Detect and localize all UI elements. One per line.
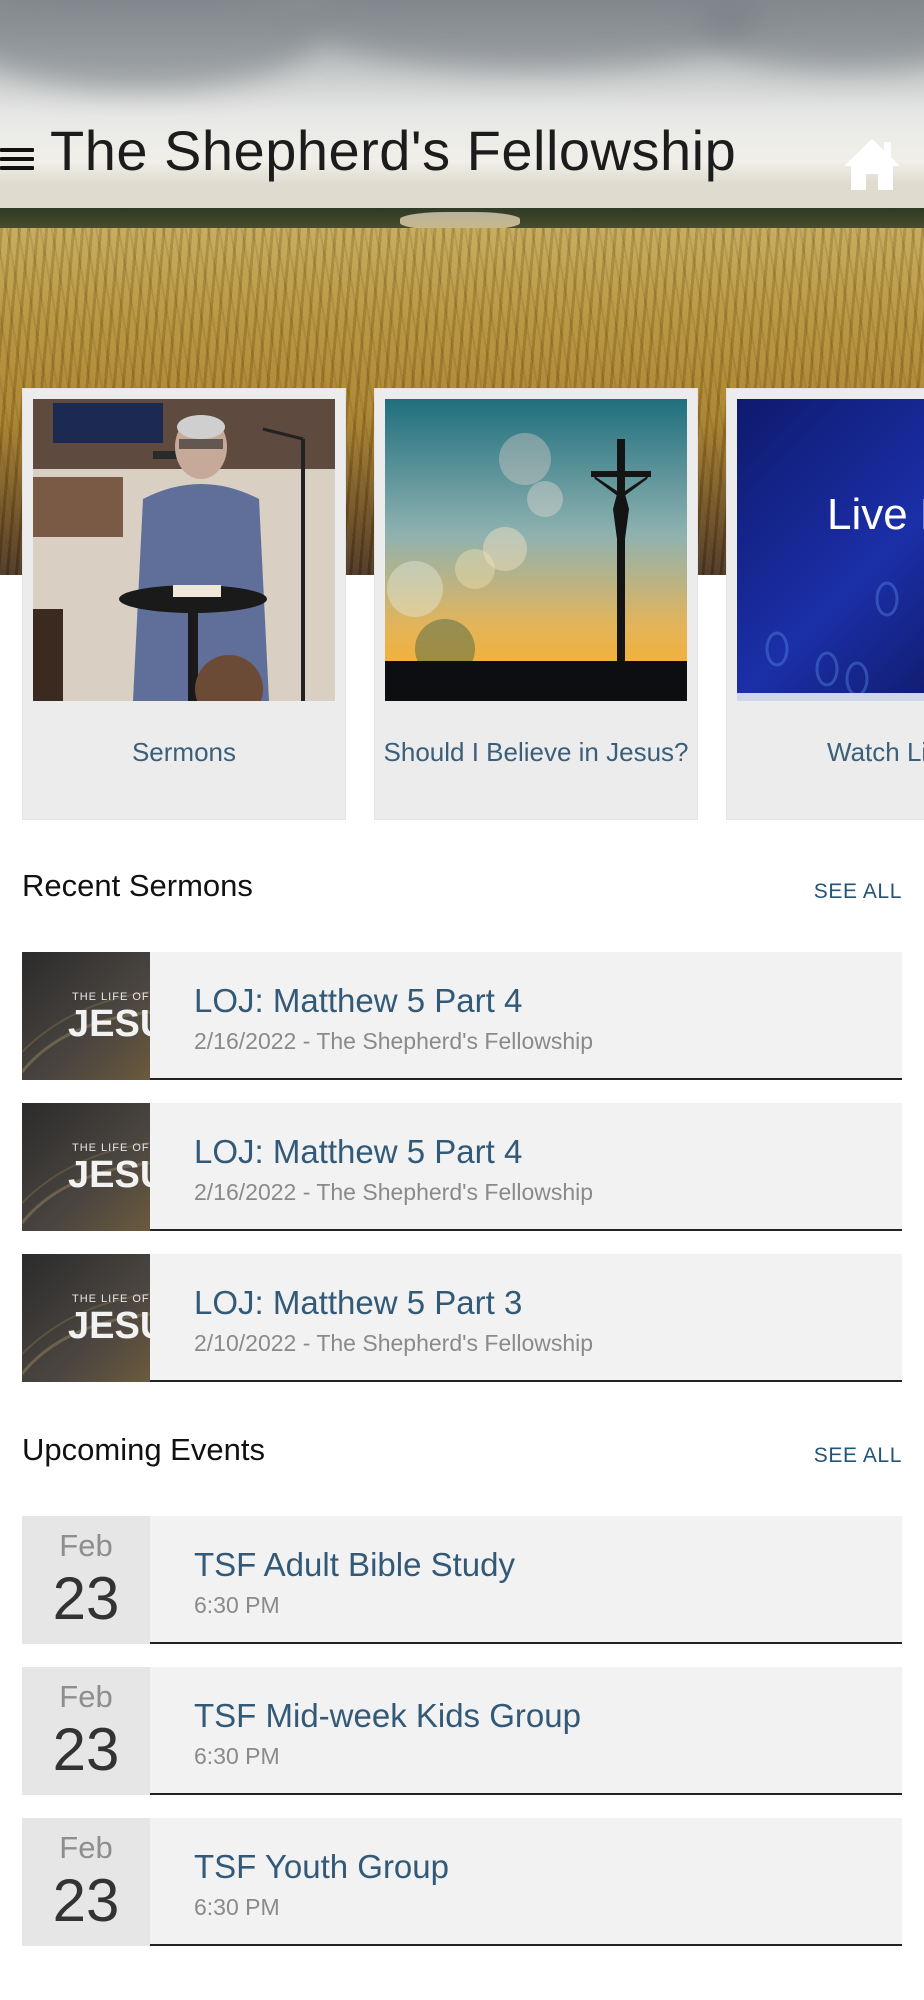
event-title: TSF Youth Group bbox=[194, 1848, 449, 1885]
event-date: Feb 23 bbox=[22, 1667, 150, 1795]
event-row[interactable]: Feb 23 TSF Mid-week Kids Group 6:30 PM bbox=[22, 1667, 902, 1795]
event-row[interactable]: Feb 23 TSF Adult Bible Study 6:30 PM bbox=[22, 1516, 902, 1644]
hamburger-menu-icon[interactable] bbox=[0, 148, 34, 174]
card-sermons[interactable]: Sermons bbox=[22, 388, 346, 820]
recent-sermons-heading: Recent Sermons bbox=[22, 868, 253, 903]
row-divider bbox=[150, 1078, 902, 1080]
sermon-thumbnail: THE LIFE OFJESUS bbox=[22, 1103, 150, 1231]
card-live-label: Watch Li bbox=[827, 737, 924, 767]
live-feed-text: Live Fee bbox=[827, 490, 924, 539]
sermon-title: LOJ: Matthew 5 Part 4 bbox=[194, 982, 523, 1019]
row-divider bbox=[150, 1944, 902, 1946]
event-date: Feb 23 bbox=[22, 1516, 150, 1644]
event-day: 23 bbox=[52, 1867, 120, 1934]
sky-cloud bbox=[700, 0, 924, 70]
event-time: 6:30 PM bbox=[194, 1743, 280, 1769]
row-divider bbox=[150, 1380, 902, 1382]
sermon-title: LOJ: Matthew 5 Part 3 bbox=[194, 1284, 523, 1321]
sermon-title: LOJ: Matthew 5 Part 4 bbox=[194, 1133, 523, 1170]
card-should-i-believe[interactable]: Should I Believe in Jesus? bbox=[374, 388, 698, 820]
sermon-subtitle: 2/16/2022 - The Shepherd's Fellowship bbox=[194, 1028, 594, 1054]
row-divider bbox=[150, 1642, 902, 1644]
event-date: Feb 23 bbox=[22, 1818, 150, 1946]
sermon-row[interactable]: THE LIFE OFJESUS LOJ: Matthew 5 Part 4 2/1… bbox=[22, 952, 902, 1080]
event-time: 6:30 PM bbox=[194, 1592, 280, 1618]
row-divider bbox=[150, 1229, 902, 1231]
event-title: TSF Mid-week Kids Group bbox=[194, 1697, 581, 1734]
event-month: Feb bbox=[59, 1528, 113, 1563]
event-month: Feb bbox=[59, 1830, 113, 1865]
event-day: 23 bbox=[52, 1716, 120, 1783]
sermon-thumbnail: THE LIFE OFJESUS bbox=[22, 1254, 150, 1382]
sermon-thumbnail: THE LIFE OFJESUS bbox=[22, 952, 150, 1080]
event-day: 23 bbox=[52, 1565, 120, 1632]
thumb-caption-big: JESUS bbox=[68, 1305, 150, 1347]
thumb-caption: THE LIFE OF bbox=[72, 1142, 150, 1154]
app-title: The Shepherd's Fellowship bbox=[50, 119, 737, 182]
thumb-caption-big: JESUS bbox=[68, 1003, 150, 1045]
sermons-see-all-link[interactable]: SEE ALL bbox=[814, 880, 902, 904]
row-divider bbox=[150, 1793, 902, 1795]
event-row[interactable]: Feb 23 TSF Youth Group 6:30 PM bbox=[22, 1818, 902, 1946]
events-see-all-link[interactable]: SEE ALL bbox=[814, 1444, 902, 1468]
card-believe-label: Should I Believe in Jesus? bbox=[383, 737, 689, 767]
sky-cloud bbox=[300, 0, 760, 70]
thumb-caption: THE LIFE OF bbox=[72, 991, 150, 1003]
event-time: 6:30 PM bbox=[194, 1894, 280, 1920]
thumb-caption-big: JESUS bbox=[68, 1154, 150, 1196]
sermon-subtitle: 2/16/2022 - The Shepherd's Fellowship bbox=[194, 1179, 594, 1205]
card-live-image: Live Fee bbox=[737, 399, 924, 701]
sermon-row[interactable]: THE LIFE OFJESUS LOJ: Matthew 5 Part 3 2/1… bbox=[22, 1254, 902, 1382]
event-title: TSF Adult Bible Study bbox=[194, 1546, 515, 1583]
home-icon[interactable] bbox=[842, 136, 902, 192]
sermon-subtitle: 2/10/2022 - The Shepherd's Fellowship bbox=[194, 1330, 594, 1356]
card-believe-image bbox=[385, 399, 687, 701]
upcoming-events-heading: Upcoming Events bbox=[22, 1432, 265, 1467]
card-sermons-image bbox=[33, 399, 335, 701]
card-sermons-label: Sermons bbox=[131, 737, 237, 767]
sky-cloud bbox=[0, 0, 320, 90]
thumb-caption: THE LIFE OF bbox=[72, 1293, 150, 1305]
sermon-row[interactable]: THE LIFE OFJESUS LOJ: Matthew 5 Part 4 2/1… bbox=[22, 1103, 902, 1231]
event-month: Feb bbox=[59, 1679, 113, 1714]
card-watch-live[interactable]: Live Fee Watch Li bbox=[726, 388, 924, 820]
feature-carousel[interactable]: Sermons Should I Believe in Jesus? Live … bbox=[0, 388, 924, 822]
